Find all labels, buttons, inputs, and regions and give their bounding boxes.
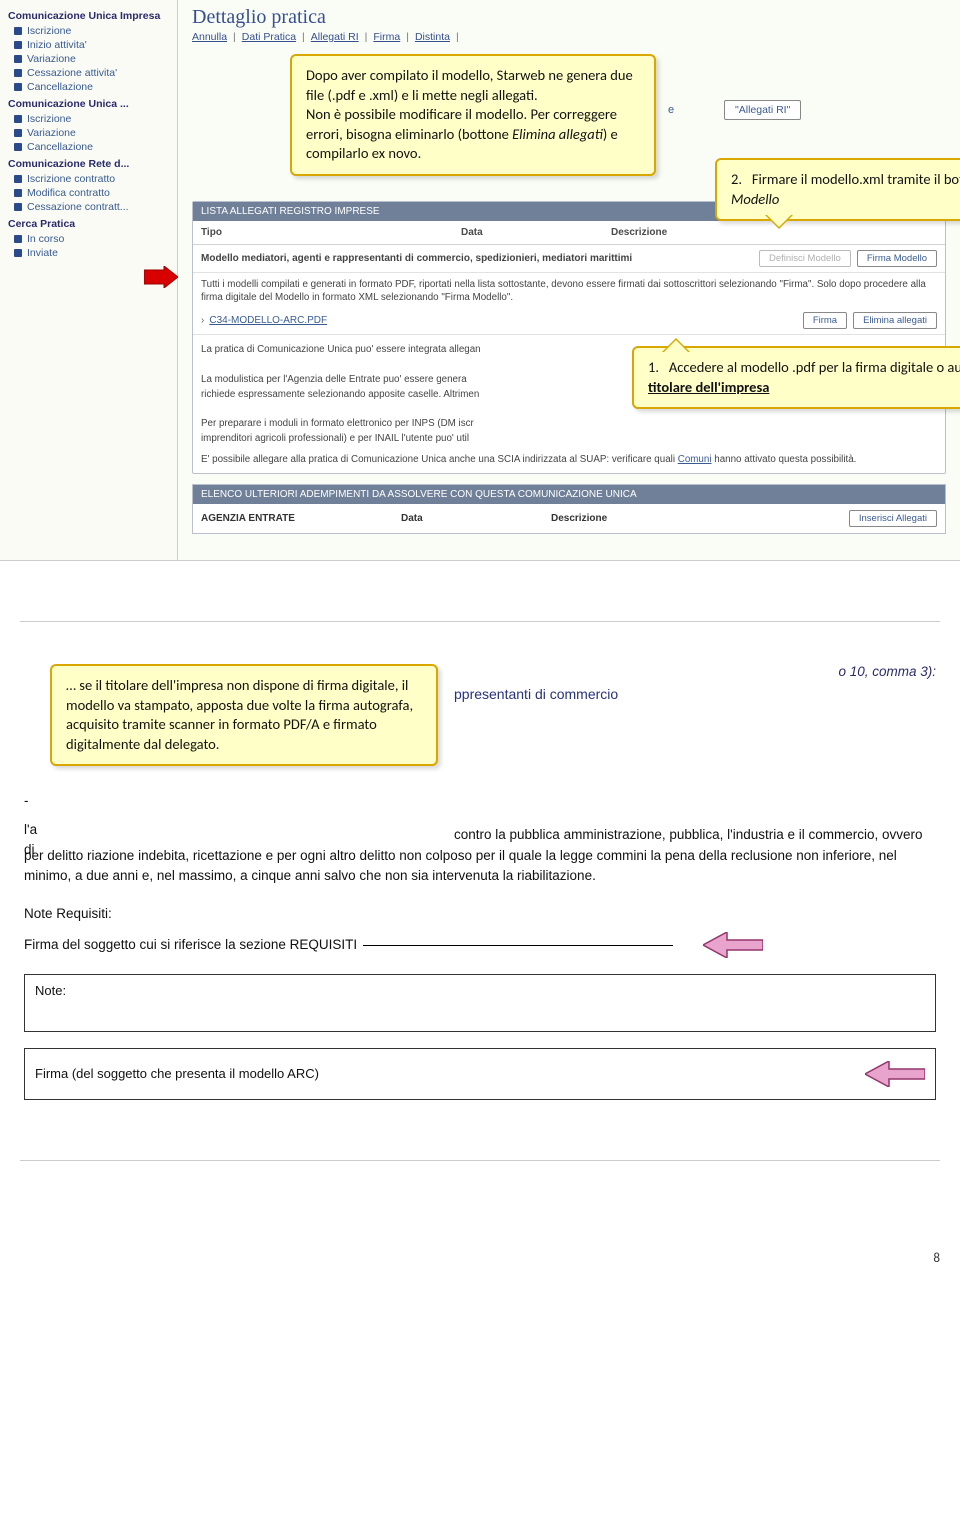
sidebar-item-modifica-contratto[interactable]: Modifica contratto	[0, 186, 177, 200]
nav-firma[interactable]: Firma	[373, 31, 400, 43]
sidebar-group-header: Comunicazione Unica Impresa	[0, 6, 177, 24]
pink-arrow-left-icon	[865, 1061, 925, 1087]
file-row: › C34-MODELLO-ARC.PDF Firma Elimina alle…	[193, 307, 945, 335]
bullet-icon	[14, 115, 22, 123]
starweb-app: Comunicazione Unica Impresa Iscrizione I…	[0, 0, 960, 561]
table-header-row: Tipo Data Descrizione	[193, 221, 945, 245]
inserisci-allegati-button[interactable]: Inserisci Allegati	[849, 510, 937, 527]
callout-firma-xml: 2. Firmare il modello.xml tramite il bot…	[715, 158, 960, 221]
sidebar-item-inizio-attivita[interactable]: Inizio attivita'	[0, 38, 177, 52]
doc-body-prefix: l'a di	[24, 820, 37, 861]
doc-head-right: o 10, comma 3):	[838, 662, 936, 682]
sidebar-item-variazione-2[interactable]: Variazione	[0, 126, 177, 140]
sidebar-group-header: Comunicazione Rete d...	[0, 154, 177, 172]
bullet-icon	[14, 249, 22, 257]
bullet-icon	[14, 175, 22, 183]
callout-firma-pdf: 1. Accedere al modello .pdf per la firma…	[632, 346, 960, 409]
lista-allegati-box: LISTA ALLEGATI REGISTRO IMPRESE Tipo Dat…	[192, 201, 946, 474]
agenzia-row: AGENZIA ENTRATE Data Descrizione Inseris…	[192, 504, 946, 534]
sidebar-item-iscrizione[interactable]: Iscrizione	[0, 24, 177, 38]
firma-soggetto-label: Firma del soggetto cui si riferisce la s…	[24, 935, 357, 955]
pdf-form-view: … se il titolare dell'impresa non dispon…	[0, 652, 960, 1100]
chevron-right-icon: ›	[201, 315, 204, 326]
bullet-icon	[14, 55, 22, 63]
page-nav: Annulla| Dati Pratica| Allegati RI| Firm…	[178, 29, 960, 51]
sidebar-item-inviate[interactable]: Inviate	[0, 246, 177, 260]
allegati-ri-button[interactable]: "Allegati RI"	[724, 100, 801, 120]
nav-distinta[interactable]: Distinta	[415, 31, 450, 43]
callout-info-generazione: Dopo aver compilato il modello, Starweb …	[290, 54, 656, 176]
page-number: 8	[0, 1191, 960, 1280]
file-link[interactable]: C34-MODELLO-ARC.PDF	[209, 315, 796, 326]
bullet-icon	[14, 83, 22, 91]
sidebar-item-cancellazione[interactable]: Cancellazione	[0, 80, 177, 94]
suap-line: E' possibile allegare alla pratica di Co…	[193, 450, 945, 473]
elenco-header: ELENCO ULTERIORI ADEMPIMENTI DA ASSOLVER…	[192, 484, 946, 504]
signature-line	[363, 945, 673, 946]
page-title: Dettaglio pratica	[178, 0, 960, 29]
slide-divider	[20, 621, 940, 622]
bullet-icon	[14, 41, 22, 49]
red-arrow-icon	[144, 266, 178, 288]
col-tipo: Tipo	[201, 227, 461, 238]
note-box: Note:	[24, 974, 936, 1032]
note-requisiti-label: Note Requisiti:	[24, 904, 936, 924]
elimina-allegati-button[interactable]: Elimina allegati	[853, 312, 937, 329]
bullet-icon	[14, 203, 22, 211]
bullet-icon	[14, 189, 22, 197]
sidebar-group-header: Cerca Pratica	[0, 214, 177, 232]
sidebar-item-variazione[interactable]: Variazione	[0, 52, 177, 66]
modello-desc: Modello mediatori, agenti e rappresentan…	[201, 253, 753, 264]
nav-annulla[interactable]: Annulla	[192, 31, 227, 43]
main-panel: Dettaglio pratica Annulla| Dati Pratica|…	[178, 0, 960, 560]
firma-box: Firma (del soggetto che presenta il mode…	[24, 1048, 936, 1100]
note-box-label: Note:	[35, 983, 66, 998]
descrizione-label: Descrizione	[551, 513, 843, 524]
agenzia-entrate-label: AGENZIA ENTRATE	[201, 513, 401, 524]
sidebar-group-header: Comunicazione Unica ...	[0, 94, 177, 112]
allegati-label: e	[668, 104, 674, 116]
sidebar-item-cessazione-attivita[interactable]: Cessazione attivita'	[0, 66, 177, 80]
firma-modello-button[interactable]: Firma Modello	[857, 250, 937, 267]
modello-note: Tutti i modelli compilati e generati in …	[193, 273, 945, 307]
sidebar-item-in-corso[interactable]: In corso	[0, 232, 177, 246]
sidebar-item-cancellazione-2[interactable]: Cancellazione	[0, 140, 177, 154]
doc-dash-1: -	[24, 791, 936, 811]
slide-divider-2	[20, 1160, 940, 1161]
sidebar-item-iscrizione-2[interactable]: Iscrizione	[0, 112, 177, 126]
firma-requisiti-row: Firma del soggetto cui si riferisce la s…	[24, 932, 936, 958]
data-label: Data	[401, 513, 551, 524]
nav-dati-pratica[interactable]: Dati Pratica	[242, 31, 296, 43]
bullet-icon	[14, 69, 22, 77]
col-data: Data	[461, 227, 611, 238]
bullet-icon	[14, 129, 22, 137]
definisci-modello-button[interactable]: Definisci Modello	[759, 250, 851, 267]
bullet-icon	[14, 143, 22, 151]
pink-arrow-left-icon	[703, 932, 763, 958]
firma-button[interactable]: Firma	[803, 312, 847, 329]
modello-row: Modello mediatori, agenti e rappresentan…	[193, 245, 945, 273]
comuni-link[interactable]: Comuni	[678, 454, 712, 465]
doc-body: contro la pubblica amministrazione, pubb…	[24, 825, 936, 886]
callout-firma-autografa: … se il titolare dell'impresa non dispon…	[50, 664, 438, 766]
bullet-icon	[14, 27, 22, 35]
sidebar-item-iscrizione-contratto[interactable]: Iscrizione contratto	[0, 172, 177, 186]
sidebar-item-cessazione-contratto[interactable]: Cessazione contratt...	[0, 200, 177, 214]
bullet-icon	[14, 235, 22, 243]
firma-box-label: Firma (del soggetto che presenta il mode…	[35, 1064, 865, 1084]
nav-allegati-ri[interactable]: Allegati RI	[311, 31, 359, 43]
